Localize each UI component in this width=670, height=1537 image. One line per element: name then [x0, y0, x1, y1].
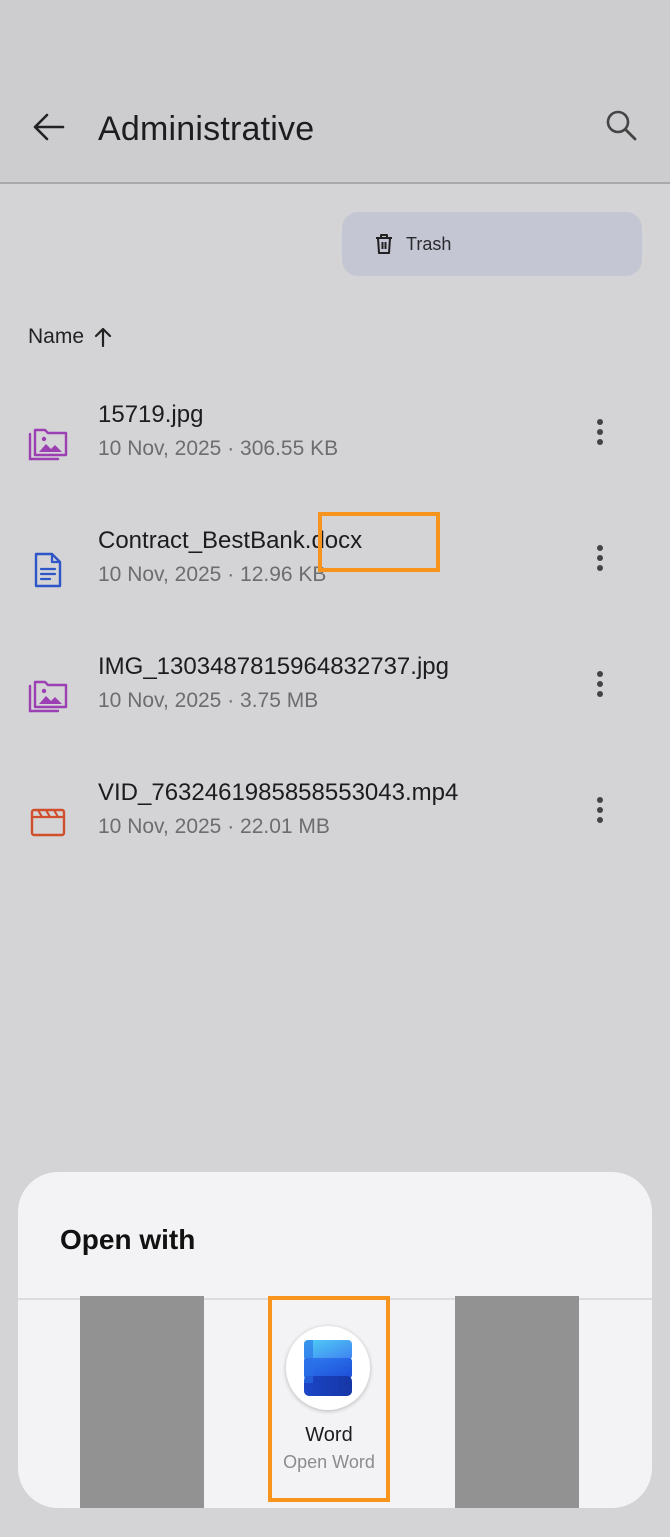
- sheet-title: Open with: [60, 1224, 196, 1255]
- video-clapper-icon: [28, 802, 68, 842]
- file-row[interactable]: IMG_1303487815964832737.jpg 10 Nov, 2025…: [0, 652, 670, 772]
- image-folder-icon: [28, 676, 68, 716]
- file-row[interactable]: VID_7632461985858553043.mp4 10 Nov, 2025…: [0, 778, 670, 898]
- app-option-placeholder[interactable]: [455, 1296, 579, 1508]
- app-bar: Administrative: [0, 0, 670, 184]
- file-meta: 10 Nov, 2025 · 22.01 MB: [98, 815, 330, 838]
- more-vertical-icon: [596, 418, 604, 451]
- file-meta: 10 Nov, 2025 · 12.96 KB: [98, 563, 327, 586]
- trash-label: Trash: [406, 233, 452, 254]
- file-name: 15719.jpg: [98, 401, 204, 428]
- sort-by-name-button[interactable]: Name: [28, 322, 112, 352]
- file-extension-highlight: [318, 512, 440, 572]
- file-name: VID_7632461985858553043.mp4: [98, 779, 459, 806]
- more-options-button[interactable]: [584, 666, 616, 706]
- search-icon: [605, 109, 637, 146]
- file-meta: 10 Nov, 2025 · 306.55 KB: [98, 437, 339, 460]
- image-folder-icon: [28, 424, 68, 464]
- more-options-button[interactable]: [584, 414, 616, 454]
- more-vertical-icon: [596, 670, 604, 703]
- search-button[interactable]: [598, 104, 644, 150]
- sort-label: Name: [28, 325, 85, 348]
- file-row[interactable]: 15719.jpg 10 Nov, 2025 · 306.55 KB: [0, 400, 670, 520]
- more-options-button[interactable]: [584, 792, 616, 832]
- arrow-up-icon: [94, 327, 112, 347]
- page-title: Administrative: [98, 110, 315, 148]
- more-options-button[interactable]: [584, 540, 616, 580]
- trash-icon: [374, 233, 394, 255]
- file-meta: 10 Nov, 2025 · 3.75 MB: [98, 689, 319, 712]
- back-button[interactable]: [26, 106, 72, 152]
- more-vertical-icon: [596, 796, 604, 829]
- document-icon: [28, 550, 68, 590]
- arrow-left-icon: [33, 113, 65, 146]
- more-vertical-icon: [596, 544, 604, 577]
- app-option-placeholder[interactable]: [80, 1296, 204, 1508]
- file-name: IMG_1303487815964832737.jpg: [98, 653, 449, 680]
- word-option-highlight: [268, 1296, 390, 1502]
- trash-button[interactable]: Trash: [342, 212, 642, 276]
